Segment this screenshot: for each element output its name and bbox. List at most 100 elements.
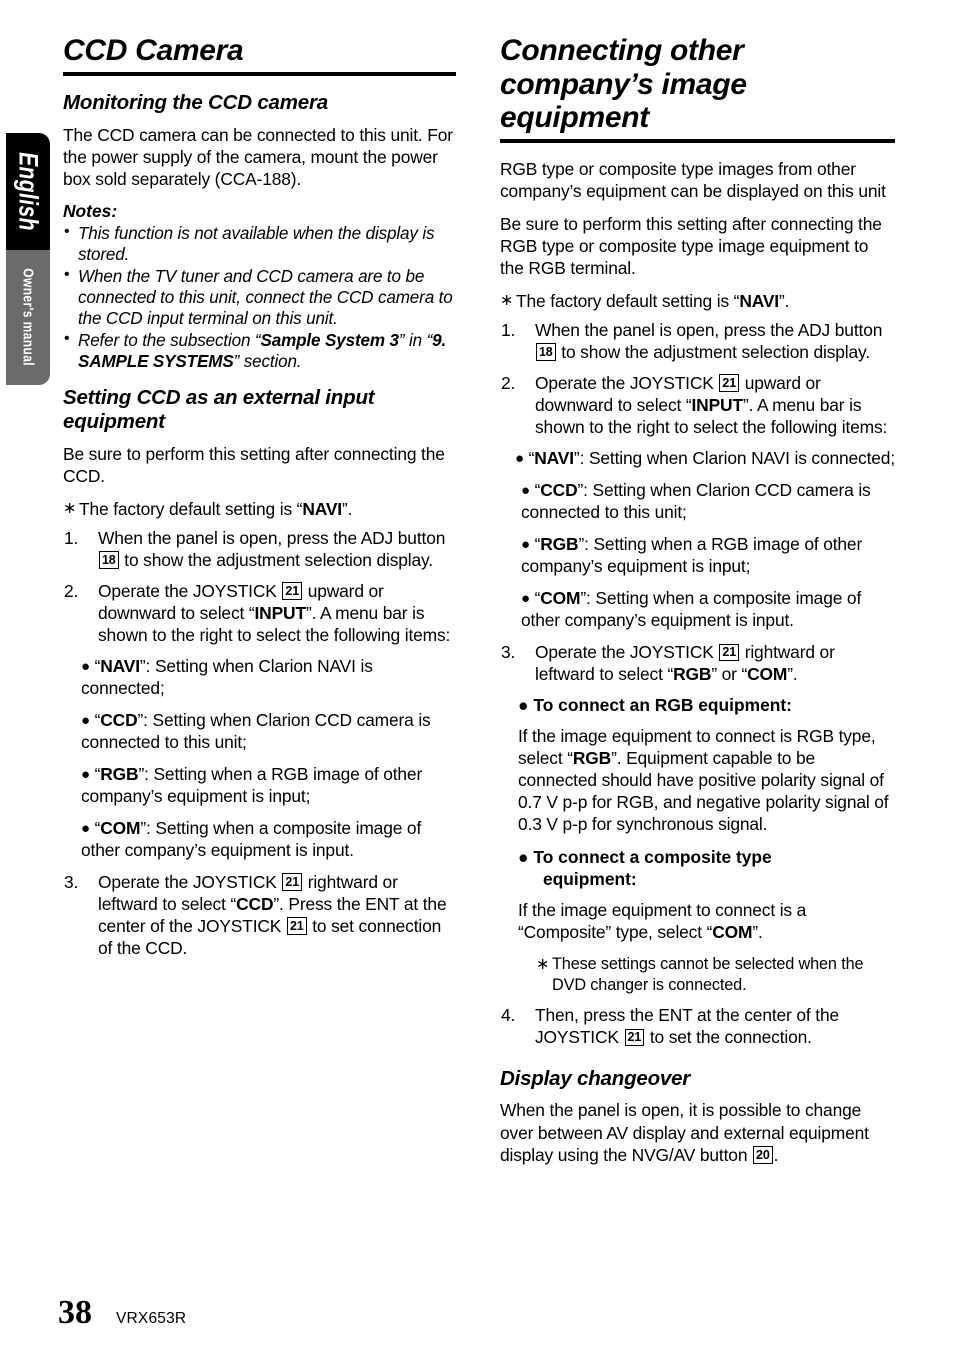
heading-monitoring-ccd: Monitoring the CCD camera: [63, 90, 328, 114]
side-tab-language: English: [6, 133, 50, 250]
key-badge-21: 21: [282, 873, 303, 891]
note-refer-bold-1: Sample System 3: [260, 330, 399, 350]
key-badge-21: 21: [719, 643, 740, 662]
disc-bullet-icon: ●: [81, 711, 90, 729]
setting-step3-left: 3. Operate the JOYSTICK 21 rightward or l…: [63, 871, 456, 959]
step-text-part: Operate the JOYSTICK: [535, 642, 719, 663]
composite-equipment-body: If the image equipment to connect is a “…: [500, 899, 895, 943]
subhead-rgb-equipment: ● To connect an RGB equipment:: [500, 694, 895, 716]
key-badge-21: 21: [719, 374, 740, 392]
step-text-part: When the panel is open, press the ADJ bu…: [535, 319, 883, 340]
disc-bullet-icon: ●: [81, 819, 90, 837]
step-text-part: to show the adjustment selection display…: [556, 341, 870, 362]
note-item: When the TV tuner and CCD camera are to …: [63, 265, 456, 329]
step-text-bold: CCD: [236, 893, 274, 914]
key-badge-21: 21: [282, 582, 303, 600]
section-title-rule: [500, 138, 895, 143]
step-number: 3.: [64, 871, 79, 892]
connecting-intro-1: RGB type or composite type images from o…: [500, 158, 886, 201]
composite-body-part: If the image equipment to connect is a “…: [518, 900, 807, 943]
step-text-part: ”.: [787, 664, 798, 685]
factory-note-prefix: The factory default setting is “: [516, 290, 740, 311]
display-changeover-body: When the panel is open, it is possible t…: [500, 1099, 895, 1165]
step-item: 2. Operate the JOYSTICK 21 upward or down…: [500, 372, 895, 438]
left-column: CCD Camera Monitoring the CCD camera The…: [63, 34, 456, 968]
side-tab-manual-label: Owner's manual: [19, 268, 37, 367]
title-rule: [63, 71, 456, 76]
step-text-part: When the panel is open, press the ADJ bu…: [98, 527, 446, 548]
heading-display-changeover: Display changeover: [500, 1066, 691, 1090]
step-text-bold: COM: [747, 664, 788, 685]
connecting-intro-2: Be sure to perform this setting after co…: [500, 213, 882, 278]
notes-list: This function is not available when the …: [63, 222, 456, 372]
step-number: 3.: [501, 642, 516, 663]
connecting-step3: 3. Operate the JOYSTICK 21 rightward or l…: [500, 641, 895, 685]
monitoring-intro: The CCD camera can be connected to this …: [63, 124, 453, 189]
step-number: 1.: [501, 319, 516, 340]
disc-bullet-icon: ●: [521, 590, 530, 608]
step-item: 2. Operate the JOYSTICK 21 upward or down…: [63, 580, 456, 646]
note-refer-mid: ” in “: [398, 330, 433, 350]
page-title: CCD Camera: [63, 34, 244, 67]
display-changeover-part: When the panel is open, it is possible t…: [500, 1100, 869, 1165]
heading-setting-ccd: Setting CCD as an external input equipme…: [63, 385, 375, 433]
step-text-part: Operate the JOYSTICK: [535, 372, 719, 393]
option-bullet-com: ● “COM”: Setting when a composite image …: [81, 817, 422, 860]
note-refer-suffix: ” section.: [233, 351, 302, 371]
page-footer: 38 VRX653R: [58, 1296, 186, 1330]
disc-bullet-icon: ●: [81, 765, 90, 783]
option-bullet-com: ● “COM”: Setting when a composite image …: [521, 588, 862, 631]
subhead-composite-equipment: ● To connect a composite type equipment:: [500, 846, 895, 890]
option-label: NAVI: [100, 655, 140, 676]
notes-label: Notes:: [63, 200, 118, 221]
step-number: 2.: [501, 372, 516, 393]
factory-default-note-right: The factory default setting is “NAVI”.: [500, 290, 895, 312]
step-text-part: to set the connection.: [645, 1027, 812, 1048]
disc-bullet-icon: ●: [521, 481, 530, 499]
step-item: 1. When the panel is open, press the ADJ …: [500, 319, 895, 363]
key-badge-21: 21: [286, 917, 307, 935]
connecting-steps: 1. When the panel is open, press the ADJ …: [500, 319, 895, 438]
section-title-connecting: Connecting other company’s image equipme…: [500, 34, 747, 135]
step-number: 4.: [501, 1005, 516, 1026]
step-text-bold: INPUT: [254, 602, 307, 623]
dvd-changer-note: These settings cannot be selected when t…: [518, 954, 895, 995]
right-column: Connecting other company’s image equipme…: [500, 34, 895, 1177]
step-number: 1.: [64, 527, 79, 548]
step-item: 1. When the panel is open, press the ADJ …: [63, 527, 456, 571]
factory-default-note-left: The factory default setting is “NAVI”.: [63, 498, 456, 520]
composite-body-part: ”.: [752, 922, 763, 943]
composite-body-bold: COM: [712, 922, 753, 943]
step-text-part: Operate the JOYSTICK: [98, 871, 282, 892]
connecting-step4: 4. Then, press the ENT at the center of t…: [500, 1004, 895, 1048]
subhead-label-line1: To connect a composite type: [533, 847, 772, 868]
option-bullet-navi: ● “NAVI”: Setting when Clarion NAVI is c…: [81, 655, 373, 698]
step-text-bold: INPUT: [691, 394, 744, 415]
factory-note-value: NAVI: [302, 498, 342, 519]
setting-steps-left: 1. When the panel is open, press the ADJ …: [63, 527, 456, 646]
factory-note-prefix: The factory default setting is “: [79, 498, 303, 519]
option-label: RGB: [540, 534, 579, 554]
option-bullet-ccd: ● “CCD”: Setting when Clarion CCD camera…: [521, 479, 871, 522]
step-text-part: ” or “: [711, 664, 748, 685]
side-tab-language-label: English: [13, 152, 44, 231]
disc-bullet-icon: ●: [81, 657, 90, 675]
rgb-body-bold: RGB: [572, 748, 612, 769]
step-item: 4. Then, press the ENT at the center of t…: [500, 1004, 895, 1048]
option-bullet-navi: ● “NAVI”: Setting when Clarion NAVI is c…: [515, 447, 896, 468]
factory-note-suffix: ”.: [779, 290, 790, 311]
side-tab: English Owner's manual: [6, 133, 50, 385]
subhead-label: To connect an RGB equipment:: [533, 695, 792, 716]
factory-note-suffix: ”.: [342, 498, 353, 519]
note-item: This function is not available when the …: [63, 222, 456, 265]
option-bullet-ccd: ● “CCD”: Setting when Clarion CCD camera…: [81, 709, 431, 752]
step-number: 2.: [64, 580, 79, 601]
disc-bullet-icon: ●: [515, 449, 524, 467]
option-bullet-rgb: ● “RGB”: Setting when a RGB image of oth…: [81, 763, 423, 806]
key-badge-18: 18: [99, 551, 119, 569]
page-number: 38: [58, 1294, 92, 1331]
disc-bullet-icon: ●: [518, 695, 529, 716]
disc-bullet-icon: ●: [518, 847, 529, 868]
option-label: COM: [100, 817, 141, 838]
rgb-equipment-body: If the image equipment to connect is RGB…: [500, 725, 895, 835]
